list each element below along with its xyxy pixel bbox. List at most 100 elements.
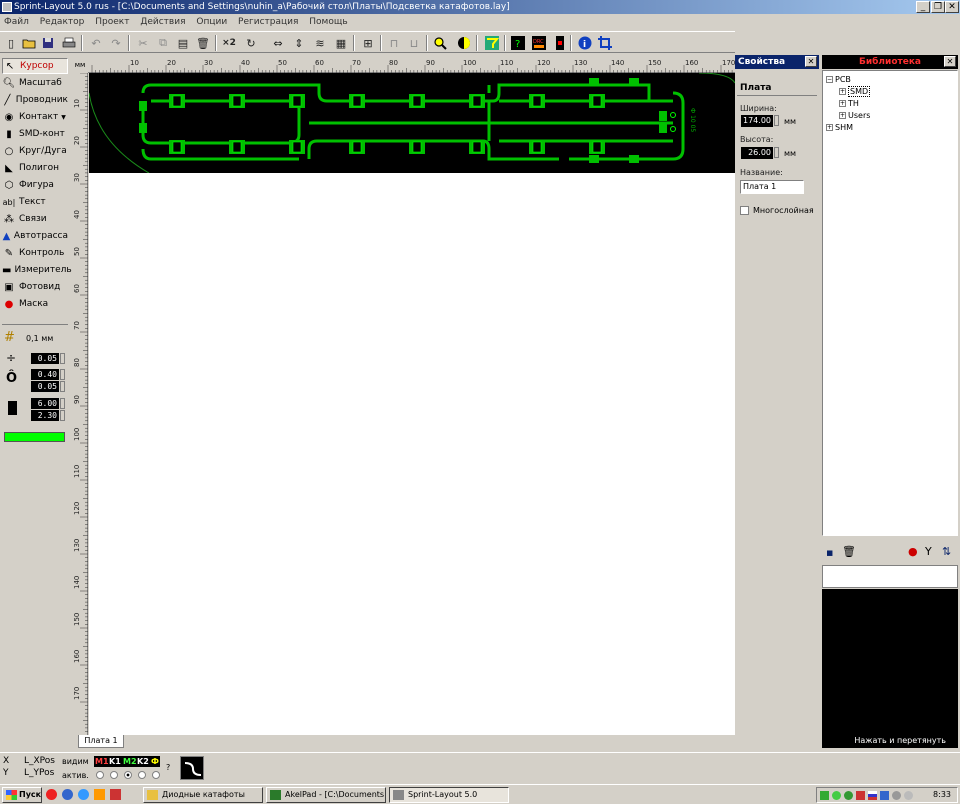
menu-file[interactable]: Файл bbox=[0, 14, 33, 30]
menu-project[interactable]: Проект bbox=[91, 14, 133, 30]
tray-icon-2[interactable] bbox=[832, 791, 841, 800]
tree-node-th[interactable]: + TH bbox=[839, 99, 859, 108]
task-akelpad[interactable]: AkelPad - [C:\Documents... bbox=[266, 787, 386, 803]
smd-height-value[interactable]: 2.30 bbox=[31, 410, 59, 421]
align-icon[interactable]: ≋ bbox=[312, 35, 328, 51]
tool-zoom[interactable]: 🔍︎ Масштаб bbox=[2, 75, 68, 91]
tool-circle[interactable]: ○ Круг/Дуга bbox=[2, 143, 68, 159]
radio-k1[interactable] bbox=[110, 771, 118, 779]
copy-icon[interactable]: ⧉ bbox=[155, 35, 171, 51]
tool-photoview[interactable]: ▣ Фотовид bbox=[2, 279, 68, 295]
delete-macro-icon[interactable]: 🗑 bbox=[842, 545, 856, 558]
new-file-icon[interactable]: ▯ bbox=[3, 35, 19, 51]
save-macro-icon[interactable]: ▪ bbox=[826, 546, 833, 559]
layer-f[interactable]: Ф bbox=[150, 756, 160, 767]
grid-icon[interactable]: # bbox=[4, 331, 18, 345]
smd-width-spinner[interactable] bbox=[60, 398, 65, 409]
tool-measure[interactable]: ▬ Измеритель bbox=[2, 262, 72, 278]
layer-k2[interactable]: K2 bbox=[136, 756, 150, 767]
multilayer-checkbox[interactable] bbox=[740, 206, 749, 215]
opera-icon[interactable] bbox=[46, 789, 57, 800]
tool-cursor[interactable]: ↖ Курсор bbox=[2, 58, 68, 74]
tool-smd-pad[interactable]: ▮ SMD-конт bbox=[2, 126, 68, 142]
tool-polygon[interactable]: ◣ Полигон bbox=[2, 160, 68, 176]
menu-edit[interactable]: Редактор bbox=[36, 14, 89, 30]
volume-icon[interactable] bbox=[892, 791, 901, 800]
tool-shape[interactable]: ⬡ Фигура bbox=[2, 177, 68, 193]
height-value[interactable]: 26.00 bbox=[741, 147, 773, 159]
zoom-icon[interactable] bbox=[432, 35, 448, 51]
mirror-v-icon[interactable]: ⇕ bbox=[291, 35, 307, 51]
menu-register[interactable]: Регистрация bbox=[234, 14, 302, 30]
save-icon[interactable] bbox=[40, 35, 56, 51]
delete-icon[interactable]: 🗑 bbox=[195, 35, 211, 51]
start-button[interactable]: Пуск bbox=[2, 787, 42, 803]
rotate-icon[interactable]: ↻ bbox=[243, 35, 259, 51]
tray-icon-4[interactable] bbox=[856, 791, 865, 800]
tool-connections[interactable]: ⁂ Связи bbox=[2, 211, 68, 227]
print-icon[interactable] bbox=[61, 35, 77, 51]
tool-mask[interactable]: ● Маска bbox=[2, 296, 68, 312]
component-icon[interactable] bbox=[552, 35, 568, 51]
tray-icon-5[interactable] bbox=[880, 791, 889, 800]
help-query-icon[interactable]: ? bbox=[510, 35, 526, 51]
refresh-icon[interactable]: ⇅ bbox=[942, 545, 951, 558]
minimize-button[interactable]: _ bbox=[916, 1, 930, 13]
restore-button[interactable]: ❐ bbox=[931, 1, 945, 13]
menu-actions[interactable]: Действия bbox=[136, 14, 189, 30]
tree-node-shm[interactable]: + SHM bbox=[826, 123, 853, 132]
pad-inner-value[interactable]: 0.05 bbox=[31, 381, 59, 392]
view-mode-icon[interactable] bbox=[456, 35, 472, 51]
menu-help[interactable]: Помощь bbox=[305, 14, 351, 30]
language-flag-icon[interactable] bbox=[868, 791, 877, 800]
smd-width-value[interactable]: 6.00 bbox=[31, 398, 59, 409]
properties-close-icon[interactable]: ✕ bbox=[805, 56, 817, 67]
task-folder[interactable]: Диодные катафоты bbox=[143, 787, 263, 803]
pad-outer-spinner[interactable] bbox=[60, 369, 65, 380]
height-spinner[interactable] bbox=[774, 147, 779, 158]
duplicate-icon[interactable]: ×2 bbox=[221, 35, 237, 51]
distribute-icon[interactable]: ⊞ bbox=[360, 35, 376, 51]
pad-outer-value[interactable]: 0.40 bbox=[31, 369, 59, 380]
ie-icon[interactable] bbox=[62, 789, 73, 800]
library-preview[interactable]: Нажать и перетянуть bbox=[822, 589, 958, 748]
menu-options[interactable]: Опции bbox=[192, 14, 231, 30]
unlock-icon[interactable]: ⊔ bbox=[406, 35, 422, 51]
tray-icon-6[interactable] bbox=[904, 791, 913, 800]
tree-node-users[interactable]: + Users bbox=[839, 111, 870, 120]
tree-node-pcb[interactable]: − PCB bbox=[826, 75, 851, 84]
radio-m1[interactable] bbox=[96, 771, 104, 779]
archive-icon[interactable] bbox=[110, 789, 121, 800]
redo-icon[interactable]: ↷ bbox=[108, 35, 124, 51]
track-width-value[interactable]: 0.05 bbox=[31, 353, 59, 364]
undo-icon[interactable]: ↶ bbox=[88, 35, 104, 51]
pad-inner-spinner[interactable] bbox=[60, 381, 65, 392]
radio-k2[interactable] bbox=[138, 771, 146, 779]
width-value[interactable]: 174.00 bbox=[741, 115, 773, 127]
app-launch-icon[interactable] bbox=[94, 789, 105, 800]
tray-icon-3[interactable] bbox=[844, 791, 853, 800]
board-name-input[interactable]: Плата 1 bbox=[740, 180, 804, 194]
tree-node-smd[interactable]: + SMD bbox=[839, 86, 871, 97]
pcb-board[interactable]: Ф 10 05 bbox=[89, 73, 735, 173]
tool-pad[interactable]: ◉ Контакт ▼ bbox=[2, 109, 68, 125]
radio-m2[interactable] bbox=[124, 771, 132, 779]
drc-icon[interactable]: DRC bbox=[531, 35, 547, 51]
lock-icon[interactable]: ⊓ bbox=[386, 35, 402, 51]
crop-icon[interactable] bbox=[597, 35, 613, 51]
tool-text[interactable]: ab| Текст bbox=[2, 194, 68, 210]
width-spinner[interactable] bbox=[774, 115, 779, 126]
layer-k1[interactable]: K1 bbox=[108, 756, 122, 767]
grid-size-label[interactable]: 0,1 мм bbox=[26, 334, 53, 343]
group-icon[interactable]: ▦ bbox=[333, 35, 349, 51]
tool-test[interactable]: ✎ Контроль bbox=[2, 245, 68, 261]
tab-board-1[interactable]: Плата 1 bbox=[78, 735, 124, 748]
mirror-h-icon[interactable]: ⇔ bbox=[270, 35, 286, 51]
browser-icon[interactable] bbox=[78, 789, 89, 800]
record-icon[interactable]: ● bbox=[908, 545, 918, 558]
cut-icon[interactable]: ✂ bbox=[135, 35, 151, 51]
close-button[interactable]: ✕ bbox=[945, 1, 959, 13]
tool-track[interactable]: ╱ Проводник bbox=[2, 92, 68, 108]
paste-icon[interactable]: ▤ bbox=[175, 35, 191, 51]
filter-icon[interactable]: Y bbox=[925, 545, 932, 558]
